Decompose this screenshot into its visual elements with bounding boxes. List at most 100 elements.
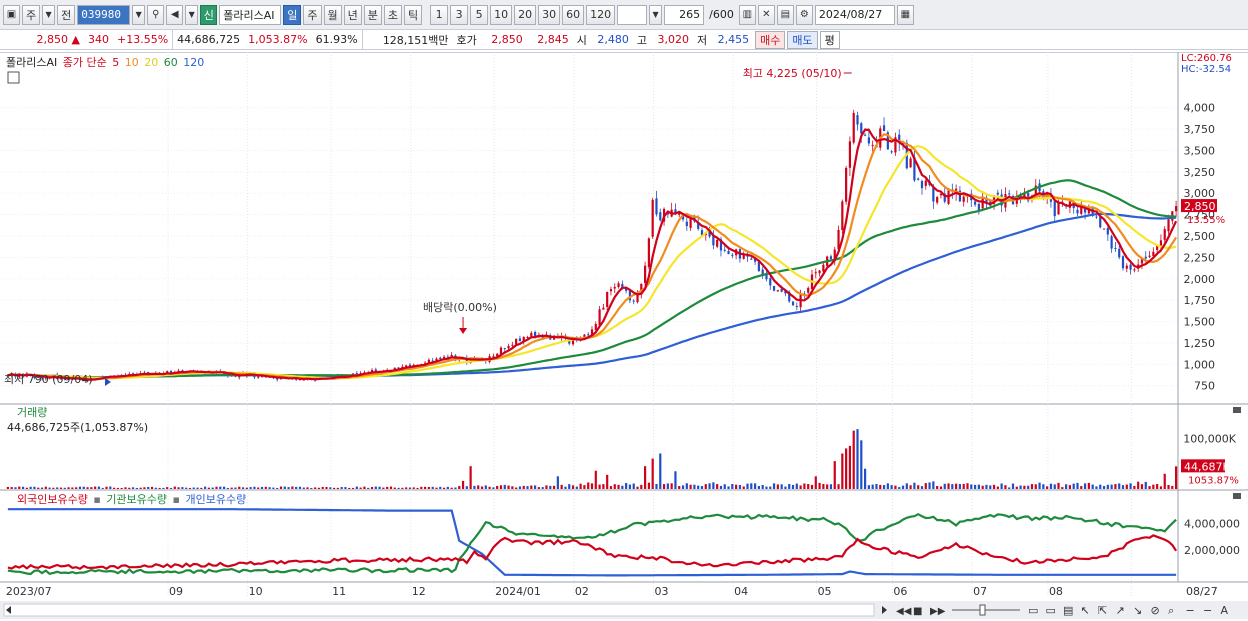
ma-legend-60: 60 xyxy=(163,56,178,69)
code-dropdown-icon[interactable]: ▼ xyxy=(132,4,146,25)
volume-bar xyxy=(1038,482,1041,489)
volume-bar xyxy=(10,487,13,489)
volume-bar xyxy=(177,487,180,489)
volume-bar xyxy=(807,484,810,489)
x-axis-label: 05 xyxy=(818,585,832,598)
volume-bar xyxy=(78,486,82,489)
volume-bar xyxy=(128,487,131,489)
volume-bar xyxy=(1095,486,1098,489)
price-axis-tick: 3,000 xyxy=(1184,187,1216,200)
market-select[interactable]: 주 xyxy=(22,4,41,25)
interval-button-60[interactable]: 60 xyxy=(562,4,585,25)
volume-bar xyxy=(109,486,112,489)
playback-icon: ◀◀ xyxy=(896,606,912,617)
interval-button-120[interactable]: 120 xyxy=(586,4,616,25)
eval-button[interactable]: 평 xyxy=(819,30,840,49)
interval-button-20[interactable]: 20 xyxy=(514,4,537,25)
low-label: 저 xyxy=(697,33,708,47)
volume-bar xyxy=(1083,483,1087,489)
stock-chart[interactable]: 최고 4,225 (05/10) 최저 790 (09/04) 배당락(0.00%)… xyxy=(0,52,1248,621)
interval-button-10[interactable]: 10 xyxy=(490,4,513,25)
candle xyxy=(996,192,999,195)
search-icon[interactable]: ⚲ xyxy=(147,4,165,25)
date-input[interactable]: 2024/08/27 xyxy=(814,4,895,25)
price-axis-tick: 3,500 xyxy=(1184,144,1216,157)
market-dropdown-icon[interactable]: ▼ xyxy=(42,4,56,25)
x-axis-label: 2023/07 xyxy=(6,585,52,598)
volume-bar xyxy=(875,483,878,489)
candle xyxy=(1110,236,1113,249)
window-layout-icon[interactable]: ▣ xyxy=(3,4,20,25)
volume-bar xyxy=(636,486,639,489)
candle xyxy=(860,123,863,134)
volume-bar xyxy=(867,485,870,489)
price-axis-tick: 4,000 xyxy=(1184,102,1216,115)
period-tab-week[interactable]: 주 xyxy=(303,4,322,25)
volume-bar xyxy=(662,484,666,489)
period-tab-tick[interactable]: 틱 xyxy=(404,4,423,25)
open-price: 2,480 xyxy=(597,33,629,46)
volume-bar xyxy=(780,484,783,489)
candle xyxy=(1095,216,1098,218)
volume-bar xyxy=(826,484,829,489)
save-icon[interactable]: ▤ xyxy=(776,4,794,25)
volume-bar xyxy=(625,483,628,489)
stock-code-input[interactable]: 039980 xyxy=(77,4,131,25)
volume-bar xyxy=(750,483,753,489)
interval-dropdown-icon[interactable]: ▼ xyxy=(649,4,663,25)
volume-bar xyxy=(120,487,123,489)
interval-button-5[interactable]: 5 xyxy=(470,4,489,25)
buy-button[interactable]: 매수 xyxy=(755,30,786,49)
volume-bar xyxy=(291,486,294,489)
volume-bar xyxy=(829,484,833,489)
volume-bar xyxy=(882,485,886,489)
candle xyxy=(515,338,518,345)
volume-bar xyxy=(716,484,719,489)
volume-bar xyxy=(909,485,912,489)
gear-icon[interactable]: ⚙ xyxy=(795,4,813,25)
volume-bar xyxy=(389,486,393,489)
volume-bar xyxy=(951,484,954,489)
volume-bar xyxy=(962,483,965,489)
candle xyxy=(890,151,893,153)
candle xyxy=(814,272,817,274)
volume-bar xyxy=(795,483,798,489)
volume-bar xyxy=(1023,485,1026,489)
volume-bar xyxy=(469,466,472,489)
interval-button-30[interactable]: 30 xyxy=(538,4,561,25)
candle xyxy=(867,137,870,144)
interval-button-1[interactable]: 1 xyxy=(430,4,449,25)
volume-bar xyxy=(496,485,499,489)
speaker-dropdown-icon[interactable]: ▼ xyxy=(185,4,199,25)
candle xyxy=(822,264,825,272)
volume-bar xyxy=(700,486,704,489)
bar-count-input[interactable]: 265 xyxy=(664,4,705,25)
high-annotation: 최고 4,225 (05/10) xyxy=(743,67,842,80)
candle xyxy=(507,345,510,349)
period-tab-day[interactable]: 일 xyxy=(283,4,302,25)
interval-button-3[interactable]: 3 xyxy=(450,4,469,25)
volume-bar xyxy=(552,485,556,489)
custom-interval-input[interactable] xyxy=(617,4,648,25)
period-tab-year[interactable]: 년 xyxy=(343,4,362,25)
candle-style-icon[interactable]: ▥ xyxy=(738,4,756,25)
sell-button[interactable]: 매도 xyxy=(787,30,818,49)
volume-bar xyxy=(454,487,457,489)
price-type-select[interactable]: 전 xyxy=(57,4,76,25)
period-tab-month[interactable]: 월 xyxy=(323,4,342,25)
volume-bar xyxy=(1144,481,1147,489)
period-tab-second[interactable]: 초 xyxy=(383,4,402,25)
candle xyxy=(769,278,772,286)
crosshair-icon[interactable]: ✕ xyxy=(757,4,775,25)
calendar-icon[interactable]: ▦ xyxy=(896,4,914,25)
holding-axis-tick: 2,000,000 xyxy=(1184,544,1240,557)
volume-bar xyxy=(647,482,650,489)
candle xyxy=(1008,193,1011,195)
speaker-icon[interactable]: ◀ xyxy=(166,4,184,25)
volume-bar xyxy=(52,487,55,489)
candle xyxy=(1148,255,1151,257)
volume-bar xyxy=(788,483,791,489)
chart-toolbar: ▣ 주 ▼ 전 039980 ▼ ⚲ ◀ ▼ 신 폴라리스AI 일 주 월 년 … xyxy=(0,0,1248,30)
period-tab-minute[interactable]: 분 xyxy=(363,4,382,25)
volume-bar xyxy=(905,483,908,489)
